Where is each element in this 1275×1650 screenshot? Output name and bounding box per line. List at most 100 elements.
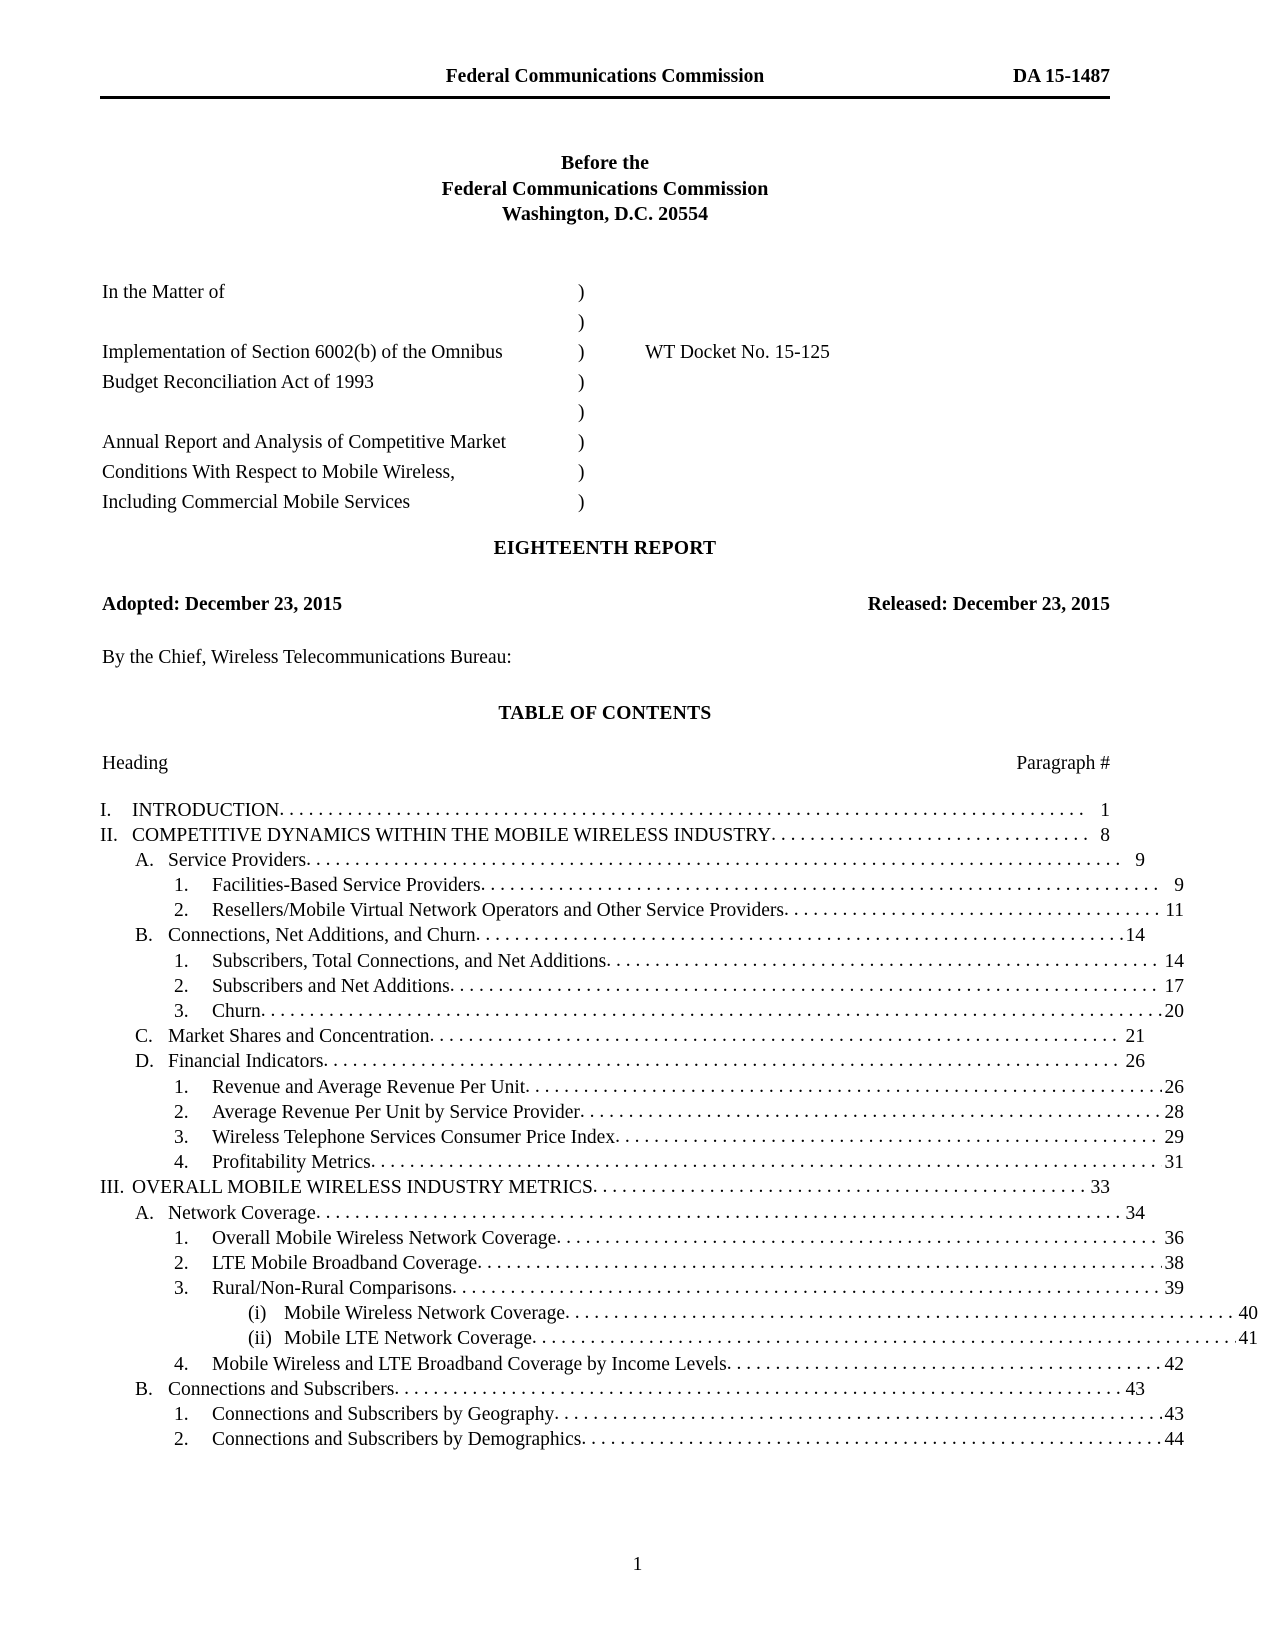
toc-entry-label: LTE Mobile Broadband Coverage [212, 1252, 478, 1274]
title-agency-name: Federal Communications Commission [441, 177, 769, 200]
toc-column-headers: Heading Paragraph # [100, 753, 1110, 780]
toc-entry-page-number: 14 [1164, 950, 1185, 972]
caption-paren-column: ) ) ) ) ) ) ) ) [578, 278, 608, 518]
toc-entry[interactable]: 2. Resellers/Mobile Virtual Network Opera… [100, 898, 1184, 923]
toc-entry[interactable]: B. Connections and Subscribers 43 [100, 1377, 1145, 1402]
toc-entry-page-number: 1 [1100, 799, 1110, 821]
toc-entry-label: Market Shares and Concentration [168, 1026, 430, 1048]
toc-entry[interactable]: D. Financial Indicators 26 [100, 1049, 1145, 1074]
toc-entry[interactable]: 4. Profitability Metrics 31 [100, 1150, 1184, 1175]
byline: By the Chief, Wireless Telecommunication… [102, 646, 512, 668]
toc-entry-number: 1. [174, 875, 189, 897]
toc-entry-label: Mobile Wireless and LTE Broadband Covera… [212, 1353, 727, 1375]
toc-entry-label: Financial Indicators [168, 1051, 324, 1073]
toc-entry[interactable]: C. Market Shares and Concentration 21 [100, 1024, 1145, 1049]
toc-entry[interactable]: A. Service Providers 9 [100, 848, 1145, 873]
toc-entry-label: Mobile LTE Network Coverage [284, 1328, 532, 1350]
toc-entry-number: C. [135, 1026, 153, 1048]
toc-dot-leader [615, 1124, 1162, 1149]
toc-entry-label: Connections and Subscribers by Geography [212, 1404, 555, 1425]
toc-entry-number: 1. [174, 1227, 189, 1249]
toc-dot-leader [476, 922, 1123, 947]
caption-line [102, 308, 572, 338]
toc-entry[interactable]: 2. Connections and Subscribers by Demogra… [100, 1427, 1184, 1452]
toc-entry-page-number: 31 [1164, 1152, 1185, 1174]
toc-entry-label: Connections and Subscribers by Demograph… [212, 1429, 582, 1451]
toc-entry[interactable]: 4. Mobile Wireless and LTE Broadband Cove… [100, 1352, 1184, 1377]
toc-entry-number: D. [135, 1051, 154, 1073]
toc-dot-leader [581, 1426, 1162, 1451]
caption-line: Conditions With Respect to Mobile Wirele… [102, 461, 456, 483]
title-block: Before the Federal Communications Commis… [100, 151, 1110, 228]
document-page: Federal Communications Commission DA 15-… [0, 0, 1275, 1650]
toc-entry-number: (ii) [248, 1328, 272, 1350]
toc-entry-page-number: 43 [1125, 1378, 1146, 1400]
toc-entry[interactable]: 1. Overall Mobile Wireless Network Covera… [100, 1226, 1184, 1251]
toc-entry-label: Profitability Metrics [212, 1152, 371, 1174]
toc-entry[interactable]: II. COMPETITIVE DYNAMICS WITHIN THE MOBIL… [100, 823, 1110, 848]
toc-dot-leader [532, 1325, 1236, 1350]
toc-entry[interactable]: 3. Churn 20 [100, 999, 1184, 1024]
toc-entry-number: 2. [174, 975, 189, 997]
toc-entry-number: B. [135, 1378, 153, 1400]
toc-entry-number: 3. [174, 1278, 189, 1300]
caption-line: Implementation of Section 6002(b) of the… [102, 341, 503, 363]
toc-entry[interactable]: 1. Revenue and Average Revenue Per Unit 26 [100, 1075, 1184, 1100]
toc-entry-page-number: 44 [1164, 1429, 1185, 1451]
toc-entry-label: INTRODUCTION [132, 799, 280, 821]
toc-entry[interactable]: 3. Wireless Telephone Services Consumer P… [100, 1125, 1184, 1150]
toc-entry-label: Overall Mobile Wireless Network Coverage [212, 1227, 557, 1249]
toc-entry-label: Subscribers and Net Additions [212, 975, 450, 997]
toc-entry[interactable]: B. Connections, Net Additions, and Churn 1… [100, 923, 1145, 948]
toc-entry[interactable]: 1. Connections and Subscribers by Geograp… [100, 1402, 1184, 1427]
toc-dot-leader [580, 1099, 1162, 1124]
toc-dot-leader [606, 948, 1162, 973]
toc-dot-leader [371, 1149, 1162, 1174]
toc-title: TABLE OF CONTENTS [498, 702, 712, 724]
toc-entry[interactable]: (i) Mobile Wireless Network Coverage 40 [100, 1301, 1258, 1326]
toc-entry-label: Revenue and Average Revenue Per Unit [212, 1076, 526, 1098]
caption-line [102, 398, 572, 428]
toc-dot-leader [261, 998, 1162, 1023]
toc-entry-number: A. [135, 849, 154, 871]
toc-dot-leader [771, 822, 1088, 847]
toc-entry[interactable]: 2. Subscribers and Net Additions 17 [100, 974, 1184, 999]
toc-entry[interactable]: 3. Rural/Non-Rural Comparisons 39 [100, 1276, 1184, 1301]
toc-entry-page-number: 26 [1164, 1076, 1185, 1098]
toc-dot-leader [430, 1023, 1123, 1048]
toc-entry[interactable]: I. INTRODUCTION 1 [100, 798, 1110, 823]
toc-dot-leader [481, 872, 1162, 897]
toc-entry[interactable]: 1. Subscribers, Total Connections, and Ne… [100, 949, 1184, 974]
toc-dot-leader [316, 1200, 1123, 1225]
caption-left-column: In the Matter of Implementation of Secti… [102, 278, 572, 518]
toc-dot-leader [452, 1275, 1162, 1300]
toc-entry-page-number: 9 [1174, 875, 1184, 897]
caption-paren: ) [578, 341, 585, 363]
toc-entry-label: Mobile Wireless Network Coverage [284, 1303, 565, 1325]
toc-dot-leader [593, 1174, 1088, 1199]
caption-paren: ) [578, 401, 585, 423]
released-date: Released: December 23, 2015 [867, 593, 1110, 615]
toc-entry[interactable]: (ii) Mobile LTE Network Coverage 41 [100, 1326, 1258, 1351]
toc-entry-label: Rural/Non-Rural Comparisons [212, 1278, 452, 1300]
caption-line: Budget Reconciliation Act of 1993 [102, 371, 374, 393]
toc-entry-label: Churn [212, 1001, 261, 1022]
toc-entry[interactable]: 1. Facilities-Based Service Providers 9 [100, 873, 1184, 898]
toc-entry-page-number: 41 [1238, 1328, 1259, 1350]
toc-entry[interactable]: 2. Average Revenue Per Unit by Service Pr… [100, 1100, 1184, 1125]
toc-entry-page-number: 14 [1125, 925, 1146, 947]
toc-entry-number: 4. [174, 1353, 189, 1375]
toc-dot-leader [450, 973, 1162, 998]
toc-entry-page-number: 34 [1125, 1202, 1146, 1224]
toc-heading-column-label: Heading [102, 752, 169, 774]
toc-entry-page-number: 28 [1164, 1101, 1185, 1123]
toc-entry-label: Average Revenue Per Unit by Service Prov… [212, 1101, 580, 1123]
toc-entry[interactable]: 2. LTE Mobile Broadband Coverage 38 [100, 1251, 1184, 1276]
toc-entry[interactable]: III. OVERALL MOBILE WIRELESS INDUSTRY MET… [100, 1175, 1110, 1200]
toc-entry[interactable]: A. Network Coverage 34 [100, 1201, 1145, 1226]
toc-dot-leader [306, 847, 1123, 872]
toc-entry-number: 2. [174, 1252, 189, 1274]
docket-number: WT Docket No. 15-125 [645, 341, 830, 363]
toc-entry-page-number: 36 [1164, 1227, 1185, 1249]
toc-entry-label: Connections, Net Additions, and Churn [168, 925, 476, 947]
